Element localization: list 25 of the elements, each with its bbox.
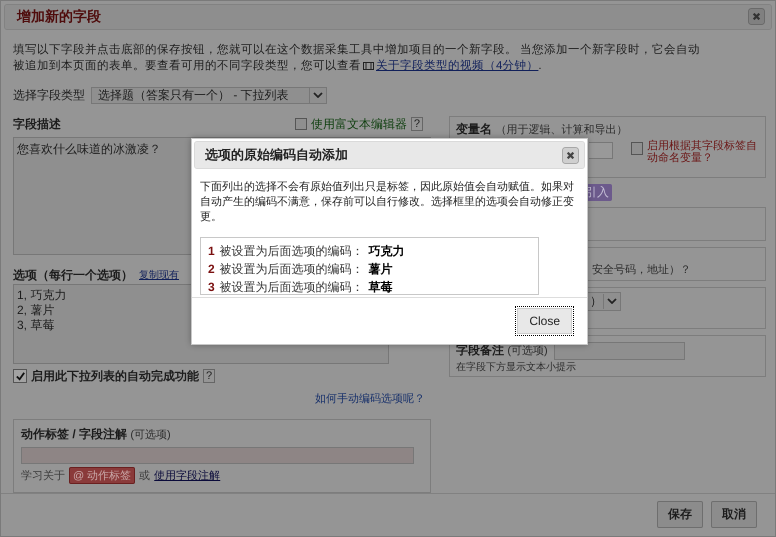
code-number: 3 (208, 280, 215, 294)
choices-label: 选项（每行一个选项） (13, 266, 133, 284)
autocomplete-label: 启用此下拉列表的自动完成功能 (31, 368, 199, 385)
auto-name-label: 启用根据其字段标签自动命名变量？ (647, 140, 758, 164)
code-number: 1 (208, 244, 215, 258)
modal-title: 选项的原始编码自动添加 (205, 146, 348, 164)
intro-text: 填写以下字段并点击底部的保存按钮，您就可以在这个数据采集工具中增加项目的一个新字段。 当您添加一个新字段时，它会自动被追加到本页面的表单。要查看可用的不同字段类型，您可以查看 关于字段类型的视频（4分钟）. (13, 42, 702, 74)
modal-message: 下面列出的选择不会有原始值列出只是标签，因此原始值会自动赋值。如果对自动产生的编码不满意，保存前可以自行修改。选择框里的选项会自动修正变更。 (199, 180, 575, 225)
description-label: 字段描述 (13, 116, 61, 133)
dialog-title: 增加新的字段 (17, 8, 101, 26)
code-text: 被设置为后面选项的编码： (220, 243, 364, 260)
choice-text: 巧克力 (368, 243, 405, 260)
field-type-label: 选择字段类型 (13, 86, 85, 104)
variable-label: 变量名 （用于逻辑、计算和导出） (456, 122, 628, 136)
identifier-text: 安全号码，地址）？ (592, 262, 691, 277)
learn-text: 学习关于 (21, 468, 65, 483)
field-note-hint: 在字段下方显示文本小提示 (456, 360, 577, 374)
or-text: 或 (139, 468, 150, 483)
code-text: 被设置为后面选项的编码： (220, 261, 364, 278)
choice-text: 草莓 (368, 279, 393, 296)
choice-text: 薯片 (368, 261, 393, 278)
code-number: 2 (208, 262, 215, 276)
code-text: 被设置为后面选项的编码： (220, 279, 364, 296)
action-tags-label: 动作标签 / 字段注解 (可选项) (21, 426, 171, 441)
rich-text-label: 使用富文本编辑器 (310, 116, 407, 133)
